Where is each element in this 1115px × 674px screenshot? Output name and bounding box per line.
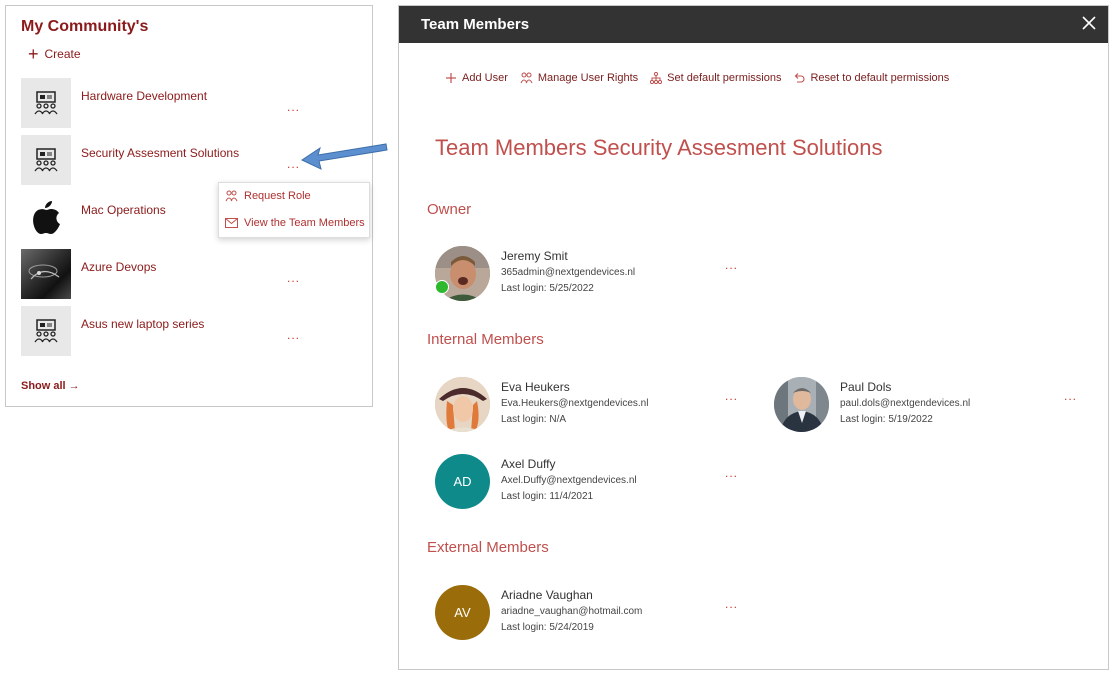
tool-label: Manage User Rights — [537, 72, 639, 84]
member-last-login: Last login: 5/24/2019 — [501, 622, 594, 633]
panel-heading: Team Members Security Assesment Solution… — [435, 135, 883, 160]
create-button[interactable]: + Create — [28, 44, 81, 64]
member-last-login: Last login: N/A — [501, 414, 567, 425]
member-name: Eva Heukers — [501, 380, 570, 394]
avatar — [774, 377, 829, 432]
more-options-button[interactable]: ... — [287, 328, 300, 342]
panel-header: Team Members — [399, 6, 1108, 43]
mail-icon — [225, 218, 238, 228]
presentation-icon — [21, 135, 71, 185]
community-name[interactable]: Asus new laptop series — [81, 317, 204, 331]
more-options-button[interactable]: ... — [725, 389, 738, 403]
member-name: Jeremy Smit — [501, 249, 568, 263]
tool-label: Set default permissions — [667, 72, 782, 84]
apple-icon — [21, 192, 71, 242]
section-owner-title: Owner — [427, 201, 472, 218]
panel-title: Team Members — [421, 16, 530, 33]
member-card-eva: Eva Heukers Eva.Heukers@nextgendevices.n… — [435, 377, 755, 437]
more-options-button[interactable]: ... — [287, 157, 300, 171]
menu-item-label: View the Team Members — [244, 217, 365, 229]
member-email: Axel.Duffy@nextgendevices.nl — [501, 475, 637, 486]
presentation-icon — [21, 78, 71, 128]
request-role-menu-item[interactable]: Request Role — [225, 190, 311, 202]
member-last-login: Last login: 5/25/2022 — [501, 283, 594, 294]
hierarchy-icon — [650, 72, 663, 84]
presentation-icon — [21, 306, 71, 356]
avatar — [435, 377, 490, 432]
community-name[interactable]: Security Assesment Solutions — [81, 146, 239, 160]
more-options-button[interactable]: ... — [725, 466, 738, 480]
community-item-asus[interactable]: Asus new laptop series ... — [21, 306, 366, 356]
tool-label: Add User — [462, 72, 508, 84]
member-card-owner: Jeremy Smit 365admin@nextgendevices.nl L… — [435, 246, 755, 306]
avatar-initials: AV — [435, 585, 490, 640]
plus-icon — [446, 73, 456, 83]
online-status-icon — [435, 280, 449, 294]
member-card-paul: Paul Dols paul.dols@nextgendevices.nl La… — [774, 377, 1094, 437]
set-default-permissions-button[interactable]: Set default permissions — [650, 72, 781, 84]
menu-item-label: Request Role — [244, 190, 311, 202]
more-options-button[interactable]: ... — [287, 271, 300, 285]
avatar-initials: AD — [435, 454, 490, 509]
more-options-button[interactable]: ... — [287, 100, 300, 114]
add-user-button[interactable]: Add User — [445, 72, 508, 84]
member-email: paul.dols@nextgendevices.nl — [840, 398, 971, 409]
community-name[interactable]: Azure Devops — [81, 260, 156, 274]
member-last-login: Last login: 5/19/2022 — [840, 414, 933, 425]
community-photo — [21, 249, 71, 299]
show-all-link[interactable]: Show all → — [21, 380, 80, 392]
close-icon[interactable] — [1080, 14, 1098, 32]
more-options-button[interactable]: ... — [1064, 389, 1077, 403]
undo-icon — [795, 73, 805, 83]
pointer-arrow-icon — [300, 143, 388, 170]
member-name: Ariadne Vaughan — [501, 588, 593, 602]
more-options-button[interactable]: ... — [725, 258, 738, 272]
tool-label: Reset to default permissions — [810, 72, 950, 84]
member-email: Eva.Heukers@nextgendevices.nl — [501, 398, 649, 409]
view-team-members-menu-item[interactable]: View the Team Members — [225, 217, 365, 229]
member-email: ariadne_vaughan@hotmail.com — [501, 606, 643, 617]
community-item-hardware[interactable]: Hardware Development ... — [21, 78, 366, 128]
context-menu: Request Role View the Team Members — [218, 182, 370, 238]
team-members-panel: Team Members Add User Manage User Rights… — [398, 5, 1109, 670]
community-name[interactable]: Mac Operations — [81, 203, 166, 217]
community-title: My Community's — [21, 18, 149, 35]
community-name[interactable]: Hardware Development — [81, 89, 207, 103]
member-card-axel: AD Axel Duffy Axel.Duffy@nextgendevices.… — [435, 454, 755, 514]
manage-user-rights-button[interactable]: Manage User Rights — [520, 72, 638, 84]
section-external-title: External Members — [427, 539, 549, 556]
plus-icon: + — [28, 44, 39, 64]
section-internal-title: Internal Members — [427, 331, 544, 348]
people-icon — [225, 190, 238, 202]
more-options-button[interactable]: ... — [725, 597, 738, 611]
community-item-azure[interactable]: Azure Devops ... — [21, 249, 366, 299]
member-name: Paul Dols — [840, 380, 892, 394]
people-icon — [520, 72, 533, 84]
toolbar: Add User Manage User Rights Set default … — [445, 72, 961, 84]
member-last-login: Last login: 11/4/2021 — [501, 491, 594, 502]
member-email: 365admin@nextgendevices.nl — [501, 267, 636, 278]
member-name: Axel Duffy — [501, 457, 556, 471]
create-label: Create — [44, 47, 81, 61]
member-card-ariadne: AV Ariadne Vaughan ariadne_vaughan@hotma… — [435, 585, 755, 645]
reset-permissions-button[interactable]: Reset to default permissions — [793, 72, 949, 84]
